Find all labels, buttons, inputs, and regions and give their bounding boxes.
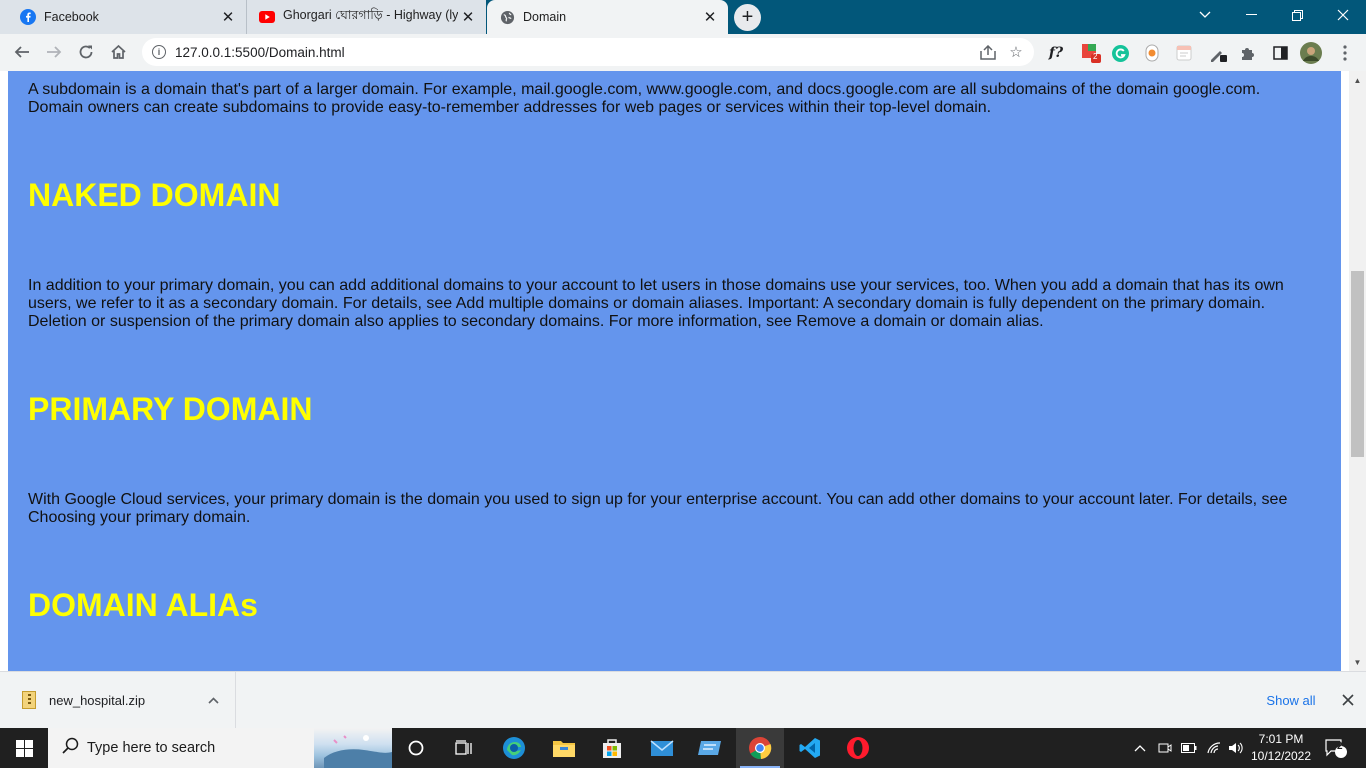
youtube-icon bbox=[259, 9, 275, 25]
notes-app-icon[interactable] bbox=[686, 728, 734, 768]
download-shelf: new_hospital.zip Show all bbox=[0, 671, 1366, 728]
new-tab-button[interactable]: + bbox=[734, 4, 761, 31]
tab-youtube[interactable]: Ghorgari ঘোরগাড়ি - Highway (lyr ✕ bbox=[246, 0, 486, 34]
menu-kebab-icon[interactable] bbox=[1334, 42, 1356, 64]
bookmark-star-icon[interactable]: ☆ bbox=[1002, 38, 1030, 66]
naked-domain-paragraph: In addition to your primary domain, you … bbox=[28, 277, 1284, 330]
search-placeholder[interactable]: Type here to search bbox=[87, 740, 314, 756]
show-all-button[interactable]: Show all bbox=[1256, 688, 1326, 712]
naked-domain-heading: NAKED DOMAIN bbox=[28, 177, 281, 213]
microsoft-store-icon[interactable] bbox=[588, 728, 636, 768]
taskbar-clock[interactable]: 7:01 PM 10/12/2022 bbox=[1244, 731, 1318, 765]
chrome-taskbar-icon[interactable] bbox=[736, 728, 784, 768]
search-icon bbox=[62, 737, 79, 759]
minimize-button[interactable] bbox=[1228, 0, 1274, 30]
tab-facebook[interactable]: Facebook ✕ bbox=[0, 0, 246, 34]
primary-domain-heading: PRIMARY DOMAIN bbox=[28, 391, 313, 427]
close-window-button[interactable] bbox=[1320, 0, 1366, 30]
extension-badge-icon[interactable]: 2 bbox=[1080, 42, 1102, 64]
download-file-name[interactable]: new_hospital.zip bbox=[49, 693, 208, 708]
battery-icon[interactable] bbox=[1179, 728, 1199, 768]
tab-strip: Facebook ✕ Ghorgari ঘোরগাড়ি - Highway (… bbox=[0, 0, 1366, 34]
scroll-up-arrow-icon[interactable]: ▲ bbox=[1349, 73, 1366, 87]
tab-search-chevron-icon[interactable] bbox=[1182, 0, 1228, 30]
notification-center-icon[interactable]: 2 bbox=[1318, 728, 1354, 768]
page-body: A subdomain is a domain that's part of a… bbox=[8, 71, 1341, 671]
share-icon[interactable] bbox=[974, 38, 1002, 66]
edge-icon[interactable] bbox=[490, 728, 538, 768]
profile-avatar[interactable] bbox=[1300, 42, 1322, 64]
restore-button[interactable] bbox=[1274, 0, 1320, 30]
extension-badge-count: 2 bbox=[1093, 52, 1098, 61]
tab-title: Ghorgari ঘোরগাড়ি - Highway (lyr bbox=[283, 8, 458, 22]
recorder-extension-icon[interactable] bbox=[1141, 42, 1163, 64]
forward-icon[interactable] bbox=[40, 38, 68, 66]
vertical-scrollbar[interactable]: ▲ ▼ bbox=[1349, 71, 1366, 671]
notes-extension-icon[interactable] bbox=[1173, 42, 1195, 64]
vscode-icon[interactable] bbox=[786, 728, 834, 768]
home-icon[interactable] bbox=[104, 38, 132, 66]
address-bar[interactable]: i 127.0.0.1:5500/Domain.html ☆ bbox=[142, 38, 1034, 66]
close-shelf-icon[interactable] bbox=[1337, 688, 1359, 712]
zip-file-icon bbox=[22, 691, 36, 709]
close-tab-icon[interactable]: ✕ bbox=[218, 7, 238, 27]
file-explorer-icon[interactable] bbox=[540, 728, 588, 768]
eyedropper-extension-icon[interactable] bbox=[1207, 42, 1229, 64]
side-panel-icon[interactable] bbox=[1269, 42, 1291, 64]
meet-now-icon[interactable] bbox=[1155, 728, 1175, 768]
taskbar-search-box[interactable]: Type here to search bbox=[48, 728, 392, 768]
close-tab-icon[interactable]: ✕ bbox=[458, 7, 478, 27]
browser-toolbar: i 127.0.0.1:5500/Domain.html ☆ f? 2 bbox=[0, 34, 1366, 71]
mail-icon[interactable] bbox=[638, 728, 686, 768]
facebook-icon bbox=[20, 9, 36, 25]
chevron-up-icon[interactable] bbox=[208, 693, 219, 707]
search-highlight-illustration bbox=[314, 728, 392, 768]
clock-time: 7:01 PM bbox=[1258, 732, 1304, 746]
cortana-icon[interactable] bbox=[392, 728, 440, 768]
scrollbar-thumb[interactable] bbox=[1351, 271, 1364, 457]
show-hidden-icons-chevron-icon[interactable] bbox=[1130, 728, 1150, 768]
windows-taskbar: Type here to search 7:01 PM 10/12/2022 2 bbox=[0, 728, 1366, 768]
volume-icon[interactable] bbox=[1226, 728, 1246, 768]
function-extension-icon[interactable]: f? bbox=[1045, 42, 1067, 64]
tab-domain[interactable]: Domain ✕ bbox=[487, 0, 728, 34]
clock-date: 10/12/2022 bbox=[1250, 749, 1312, 763]
reload-icon[interactable] bbox=[72, 38, 100, 66]
subdomain-paragraph: A subdomain is a domain that's part of a… bbox=[28, 81, 1261, 116]
close-tab-icon[interactable]: ✕ bbox=[700, 7, 720, 27]
domain-alias-heading: DOMAIN ALIAs bbox=[28, 587, 258, 623]
windows-start-icon[interactable] bbox=[0, 728, 48, 768]
tab-title: Facebook bbox=[44, 10, 99, 24]
site-info-icon[interactable]: i bbox=[152, 45, 166, 59]
wifi-icon[interactable] bbox=[1204, 728, 1224, 768]
page-viewport: A subdomain is a domain that's part of a… bbox=[0, 71, 1366, 671]
primary-domain-paragraph: With Google Cloud services, your primary… bbox=[28, 491, 1288, 526]
download-item[interactable]: new_hospital.zip bbox=[0, 672, 236, 728]
task-view-icon[interactable] bbox=[440, 728, 488, 768]
notification-count: 2 bbox=[1337, 741, 1343, 752]
address-url[interactable]: 127.0.0.1:5500/Domain.html bbox=[175, 45, 974, 60]
puzzle-extensions-icon[interactable] bbox=[1237, 42, 1259, 64]
grammarly-icon[interactable] bbox=[1109, 42, 1131, 64]
tab-title: Domain bbox=[523, 10, 567, 24]
opera-icon[interactable] bbox=[834, 728, 882, 768]
scroll-down-arrow-icon[interactable]: ▼ bbox=[1349, 655, 1366, 669]
globe-icon bbox=[499, 9, 515, 25]
back-icon[interactable] bbox=[8, 38, 36, 66]
